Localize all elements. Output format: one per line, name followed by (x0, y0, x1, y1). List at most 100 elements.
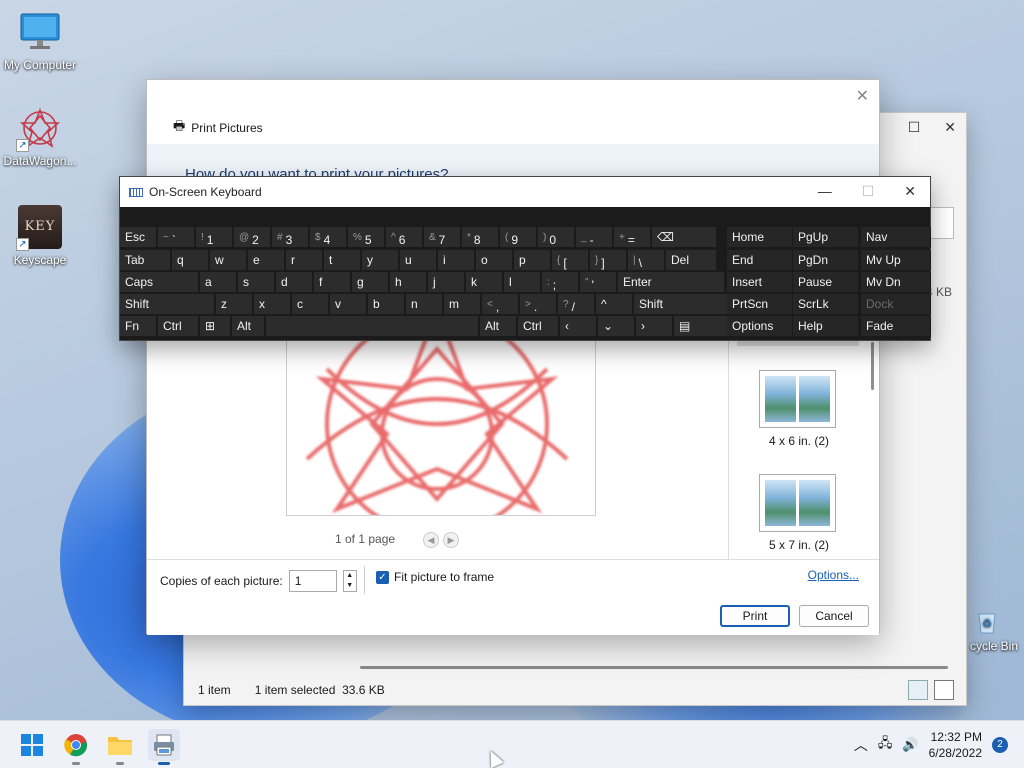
print-button[interactable]: Print (720, 605, 790, 627)
options-link[interactable]: Options... (808, 568, 859, 582)
key-pause[interactable]: Pause (793, 272, 859, 293)
key-b[interactable]: b (368, 294, 405, 315)
start-icon[interactable] (16, 729, 48, 761)
key-caps[interactable]: Caps (120, 272, 199, 293)
notification-badge[interactable]: 2 (992, 737, 1008, 753)
key-symbol[interactable]: ~ ` (158, 227, 195, 248)
key-1[interactable]: ! 1 (196, 227, 233, 248)
key-7[interactable]: & 7 (424, 227, 461, 248)
key-i[interactable]: i (438, 250, 475, 271)
key-symbol[interactable]: + = (614, 227, 651, 248)
tiles-view-icon[interactable] (934, 680, 954, 700)
key-j[interactable]: j (428, 272, 465, 293)
key-shift[interactable]: Shift (120, 294, 215, 315)
copies-input[interactable]: 1 (288, 570, 337, 592)
key-fade[interactable]: Fade (861, 316, 931, 337)
previous-page-icon[interactable]: ◀ (423, 532, 439, 548)
key-w[interactable]: w (210, 250, 247, 271)
key-u[interactable]: u (400, 250, 437, 271)
key-symbol[interactable]: {[ (552, 250, 589, 271)
details-view-icon[interactable] (908, 680, 928, 700)
close-icon[interactable]: ✕ (944, 119, 956, 136)
key-t[interactable]: t (324, 250, 361, 271)
key-l[interactable]: l (504, 272, 541, 293)
key-alt[interactable]: Alt (480, 316, 517, 337)
key-x[interactable]: x (254, 294, 291, 315)
key-f[interactable]: f (314, 272, 351, 293)
maximize-icon[interactable]: ☐ (862, 183, 875, 200)
key-nav[interactable]: Nav (861, 227, 931, 248)
key-6[interactable]: ^ 6 (386, 227, 423, 248)
key-o[interactable]: o (476, 250, 513, 271)
key-options[interactable]: Options (727, 316, 793, 337)
chrome-icon[interactable] (60, 729, 92, 765)
key-pgup[interactable]: PgUp (793, 227, 859, 248)
key-9[interactable]: (9 (500, 227, 537, 248)
key-8[interactable]: * 8 (462, 227, 499, 248)
layout-scrollbar[interactable] (871, 342, 874, 390)
copies-stepper[interactable]: ▲ ▼ (342, 570, 357, 592)
key-z[interactable]: z (216, 294, 253, 315)
clock[interactable]: 12:32 PM 6/28/2022 (929, 729, 982, 761)
key-dock[interactable]: Dock (861, 294, 931, 315)
key-del[interactable]: Del (666, 250, 717, 271)
key-symbol[interactable]: ‹ (560, 316, 597, 337)
key-v[interactable]: v (330, 294, 367, 315)
key-symbol[interactable]: ⌄ (598, 316, 635, 337)
key-symbol[interactable]: }] (590, 250, 627, 271)
key-5[interactable]: % 5 (348, 227, 385, 248)
maximize-icon[interactable]: ☐ (908, 119, 921, 136)
key-symbol[interactable]: ⊞ (200, 316, 231, 337)
key-r[interactable]: r (286, 250, 323, 271)
key-symbol[interactable]: " ' (580, 272, 617, 293)
key-q[interactable]: q (172, 250, 209, 271)
key-4[interactable]: $4 (310, 227, 347, 248)
desktop-icon-datawagon[interactable]: ↗ DataWagon... (0, 106, 80, 168)
key-tab[interactable]: Tab (120, 250, 171, 271)
key-pgdn[interactable]: PgDn (793, 250, 859, 271)
key-shift[interactable]: Shift (634, 294, 741, 315)
key-alt[interactable]: Alt (232, 316, 265, 337)
fit-checkbox[interactable]: ✓ (376, 570, 389, 584)
desktop-icon-keyscape[interactable]: KEY ↗ Keyscape (0, 205, 80, 267)
key-ctrl[interactable]: Ctrl (518, 316, 559, 337)
key-esc[interactable]: Esc (120, 227, 157, 248)
fit-picture-option[interactable]: ✓ Fit picture to frame (376, 570, 494, 584)
key-y[interactable]: y (362, 250, 399, 271)
cancel-button[interactable]: Cancel (799, 605, 869, 627)
key-g[interactable]: g (352, 272, 389, 293)
key-ctrl[interactable]: Ctrl (158, 316, 199, 337)
key-symbol[interactable]: ? / (558, 294, 595, 315)
key-d[interactable]: d (276, 272, 313, 293)
key-mv-up[interactable]: Mv Up (861, 250, 931, 271)
key-3[interactable]: #3 (272, 227, 309, 248)
key-symbol[interactable]: ⌫ (652, 227, 717, 248)
key-fn[interactable]: Fn (120, 316, 157, 337)
key-symbol[interactable]: › (636, 316, 673, 337)
chevron-up-icon[interactable]: ▲ (344, 571, 356, 581)
desktop-icon-my-computer[interactable]: My Computer (0, 10, 80, 72)
key-symbol[interactable]: >. (520, 294, 557, 315)
key-insert[interactable]: Insert (727, 272, 793, 293)
key-2[interactable]: @2 (234, 227, 271, 248)
key-prtscn[interactable]: PrtScn (727, 294, 793, 315)
key-e[interactable]: e (248, 250, 285, 271)
key-c[interactable]: c (292, 294, 329, 315)
key-symbol[interactable]: _ - (576, 227, 613, 248)
chevron-down-icon[interactable]: ▼ (344, 581, 356, 591)
key-m[interactable]: m (444, 294, 481, 315)
key-s[interactable]: s (238, 272, 275, 293)
key-mv-dn[interactable]: Mv Dn (861, 272, 931, 293)
print-pictures-icon[interactable] (148, 729, 180, 765)
key-symbol[interactable]: <, (482, 294, 519, 315)
file-explorer-icon[interactable] (104, 729, 136, 765)
key-0[interactable]: ) 0 (538, 227, 575, 248)
key-space[interactable] (266, 316, 479, 337)
minimize-icon[interactable]: — (818, 183, 832, 200)
close-icon[interactable]: ✕ (904, 183, 916, 200)
layout-thumbnail-5x7[interactable] (759, 474, 836, 532)
key-scrlk[interactable]: ScrLk (793, 294, 859, 315)
next-page-icon[interactable]: ▶ (443, 532, 459, 548)
key-home[interactable]: Home (727, 227, 793, 248)
key-symbol[interactable]: :; (542, 272, 579, 293)
